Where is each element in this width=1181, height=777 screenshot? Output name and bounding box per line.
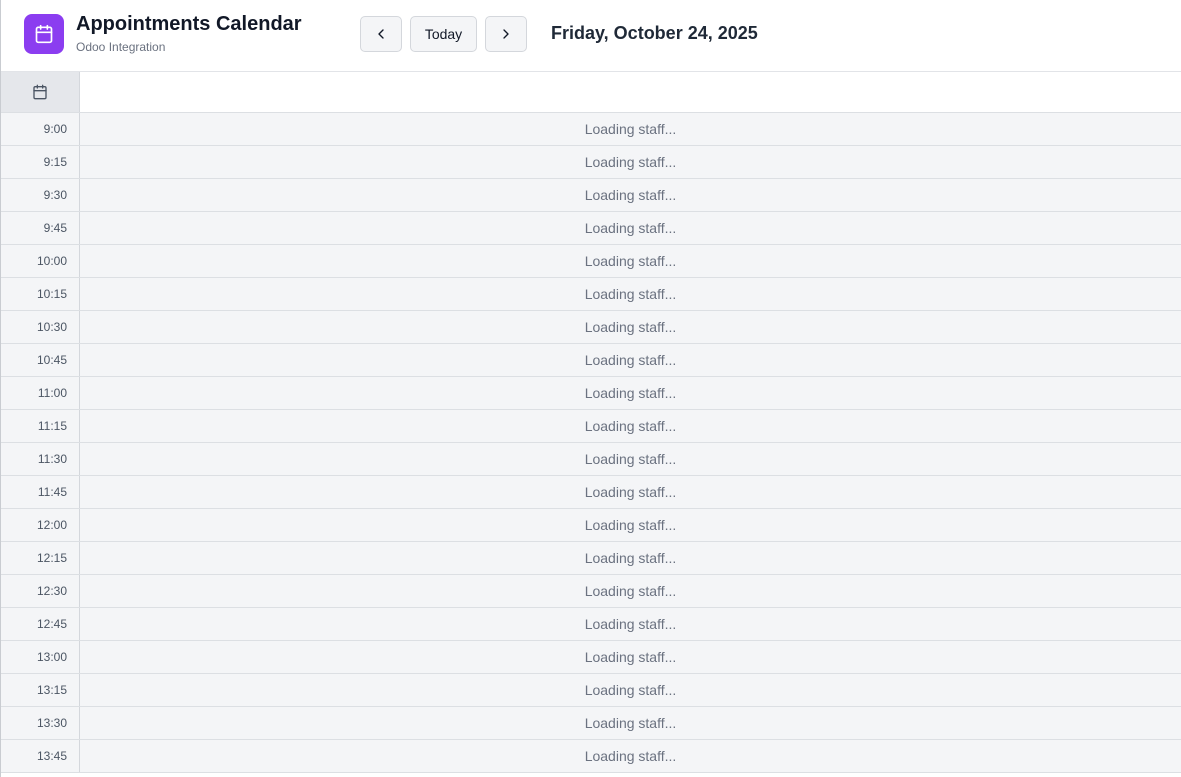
slot-cell[interactable]: Loading staff... [80,113,1181,145]
time-slot-row: 10:30 Loading staff... [1,311,1181,344]
current-date: Friday, October 24, 2025 [551,23,758,43]
time-label: 11:15 [1,410,80,442]
slot-cell[interactable]: Loading staff... [80,344,1181,376]
slot-cell[interactable]: Loading staff... [80,245,1181,277]
slot-cell[interactable]: Loading staff... [80,476,1181,508]
app-window: Appointments Calendar Odoo Integration T… [0,0,1181,777]
time-label: 12:00 [1,509,80,541]
time-label: 12:15 [1,542,80,574]
time-label: 11:45 [1,476,80,508]
time-slot-row: 9:00 Loading staff... [1,113,1181,146]
time-label: 10:45 [1,344,80,376]
time-slot-row: 10:15 Loading staff... [1,278,1181,311]
slot-cell[interactable]: Loading staff... [80,212,1181,244]
time-slot-row: 10:45 Loading staff... [1,344,1181,377]
slot-cell[interactable]: Loading staff... [80,146,1181,178]
time-slot-row: 12:30 Loading staff... [1,575,1181,608]
time-slot-row: 9:30 Loading staff... [1,179,1181,212]
time-label: 12:45 [1,608,80,640]
slot-cell[interactable]: Loading staff... [80,443,1181,475]
previous-day-button[interactable] [360,16,402,52]
slot-cell[interactable]: Loading staff... [80,542,1181,574]
time-label: 13:30 [1,707,80,739]
time-slot-row: 13:00 Loading staff... [1,641,1181,674]
slot-cell[interactable]: Loading staff... [80,608,1181,640]
time-label: 10:00 [1,245,80,277]
time-slot-row: 12:45 Loading staff... [1,608,1181,641]
time-label: 13:00 [1,641,80,673]
time-slot-row: 12:15 Loading staff... [1,542,1181,575]
chevron-right-icon [503,29,509,39]
corner-cell [1,72,80,112]
slot-cell[interactable]: Loading staff... [80,179,1181,211]
time-slot-row: 9:45 Loading staff... [1,212,1181,245]
time-label: 10:30 [1,311,80,343]
slot-cell[interactable]: Loading staff... [80,410,1181,442]
time-slot-row: 12:00 Loading staff... [1,509,1181,542]
today-button[interactable]: Today [410,16,477,52]
app-subtitle: Odoo Integration [76,40,166,54]
time-slot-row: 10:00 Loading staff... [1,245,1181,278]
slot-cell[interactable]: Loading staff... [80,509,1181,541]
calendar-icon [24,14,64,54]
time-slot-row: 13:45 Loading staff... [1,740,1181,773]
chevron-left-icon [378,29,384,39]
time-label: 11:30 [1,443,80,475]
time-label: 10:15 [1,278,80,310]
app-title: Appointments Calendar [76,13,302,35]
slot-cell[interactable]: Loading staff... [80,641,1181,673]
time-slot-row: 13:15 Loading staff... [1,674,1181,707]
slot-cell[interactable]: Loading staff... [80,311,1181,343]
grid-header [1,72,1181,113]
calendar-icon [33,84,47,100]
time-slot-row: 11:15 Loading staff... [1,410,1181,443]
time-slot-row: 11:30 Loading staff... [1,443,1181,476]
slot-cell[interactable]: Loading staff... [80,377,1181,409]
slot-cell[interactable]: Loading staff... [80,278,1181,310]
time-slot-row: 11:45 Loading staff... [1,476,1181,509]
schedule-grid: 9:00 Loading staff... 9:15 Loading staff...… [1,72,1181,773]
slot-cell[interactable]: Loading staff... [80,740,1181,772]
slot-cell[interactable]: Loading staff... [80,575,1181,607]
time-slot-row: 9:15 Loading staff... [1,146,1181,179]
time-slot-row: 11:00 Loading staff... [1,377,1181,410]
staff-header [80,72,1181,112]
header: Appointments Calendar Odoo Integration T… [1,0,1181,72]
time-label: 9:30 [1,179,80,211]
time-label: 9:00 [1,113,80,145]
time-slot-row: 13:30 Loading staff... [1,707,1181,740]
slot-cell[interactable]: Loading staff... [80,707,1181,739]
slot-cell[interactable]: Loading staff... [80,674,1181,706]
time-label: 13:45 [1,740,80,772]
next-day-button[interactable] [485,16,527,52]
time-label: 13:15 [1,674,80,706]
time-label: 12:30 [1,575,80,607]
time-label: 11:00 [1,377,80,409]
time-slot-rows: 9:00 Loading staff... 9:15 Loading staff...… [1,113,1181,773]
time-label: 9:15 [1,146,80,178]
time-label: 9:45 [1,212,80,244]
